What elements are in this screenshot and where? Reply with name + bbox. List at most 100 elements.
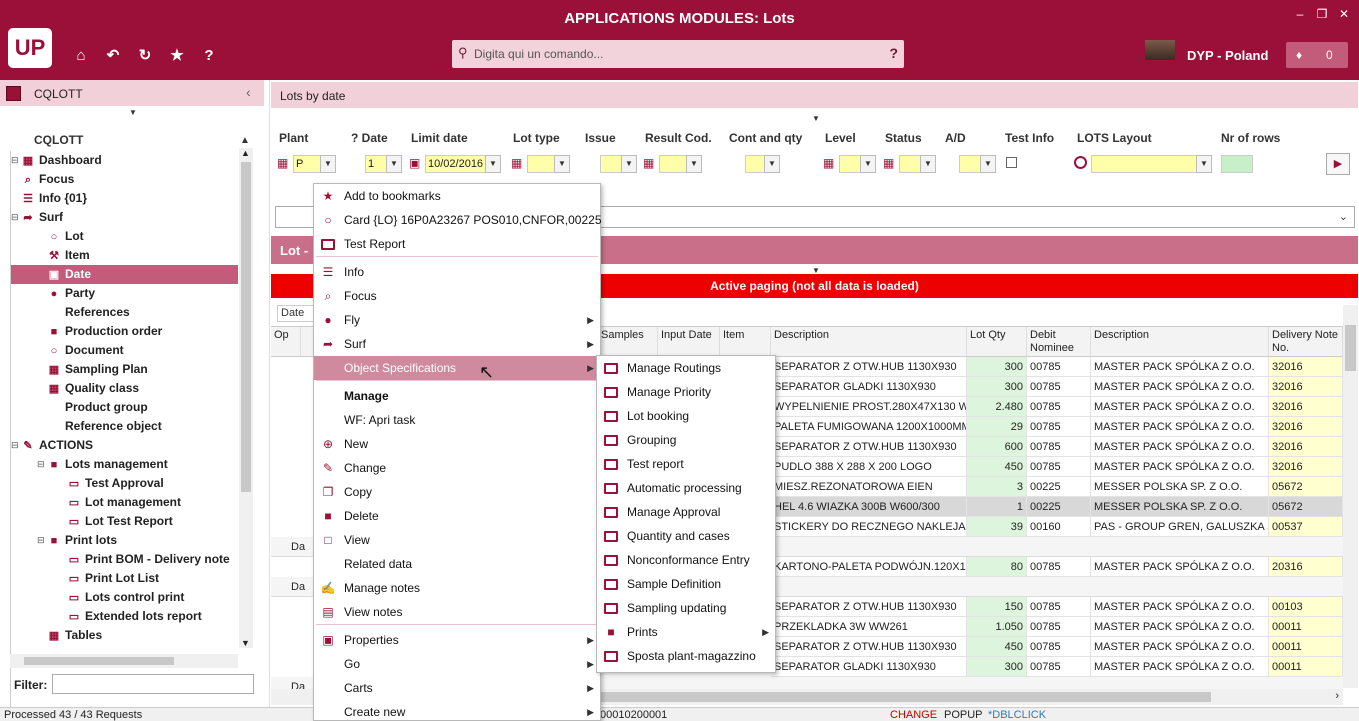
tree-expander-icon[interactable]: ⊟ xyxy=(11,212,19,223)
run-button[interactable]: ▶ xyxy=(1326,153,1350,175)
tree-item-print-lot-list[interactable]: ▭ Print Lot List xyxy=(67,569,159,588)
chevron-down-icon[interactable]: ▼ xyxy=(686,155,702,173)
menu-item-wf-apri-task[interactable]: WF: Apri task xyxy=(314,408,600,432)
table-cell-dn[interactable]: 32016 xyxy=(1269,397,1343,417)
table-cell-desc[interactable]: HEL 4.6 WIAZKA 300B W600/300 xyxy=(771,497,967,517)
tree-item-lot-management[interactable]: ▭ Lot management xyxy=(67,493,181,512)
submenu-item-sampling-updating[interactable]: Sampling updating xyxy=(597,596,775,620)
star-icon[interactable]: ★ xyxy=(167,46,187,66)
expand-arrow-icon[interactable]: ▼ xyxy=(812,114,820,123)
level-input[interactable] xyxy=(839,155,861,173)
avatar[interactable] xyxy=(1145,40,1175,60)
menu-item-copy[interactable]: ❐ Copy xyxy=(314,480,600,504)
table-cell-qty[interactable]: 450 xyxy=(967,637,1027,657)
scroll-up-icon[interactable]: ▲ xyxy=(241,148,250,158)
table-cell-desc[interactable]: MIESZ.REZONATOROWA EIEN xyxy=(771,477,967,497)
command-input[interactable]: ⚲ Digita qui un comando... ? xyxy=(452,40,904,68)
submenu-item-test-report[interactable]: Test report xyxy=(597,452,775,476)
table-cell-debit[interactable]: 00785 xyxy=(1027,357,1091,377)
tree-item-party[interactable]: ● Party xyxy=(47,284,95,303)
grid-icon[interactable]: ▦ xyxy=(277,156,291,170)
table-cell-party[interactable]: MASTER PACK SPÓLKA Z O.O. xyxy=(1091,437,1269,457)
table-cell-party[interactable]: MASTER PACK SPÓLKA Z O.O. xyxy=(1091,617,1269,637)
tree-item-reference-object[interactable]: Reference object xyxy=(47,417,162,436)
table-cell-dn[interactable]: 00011 xyxy=(1269,617,1343,637)
table-cell-dn[interactable]: 05672 xyxy=(1269,477,1343,497)
table-cell-qty[interactable]: 1 xyxy=(967,497,1027,517)
table-cell-qty[interactable]: 3 xyxy=(967,477,1027,497)
grid-icon[interactable]: ▦ xyxy=(823,156,837,170)
table-cell-desc[interactable]: STICKERY DO RECZNEGO NAKLEJAN. xyxy=(771,517,967,537)
menu-item-carts[interactable]: Carts ▶ xyxy=(314,676,600,700)
menu-item-info[interactable]: ☰ Info xyxy=(314,260,600,284)
chevron-down-icon[interactable]: ▼ xyxy=(320,155,336,173)
table-cell-desc[interactable]: SEPARATOR GLADKI 1130X930 xyxy=(771,377,967,397)
menu-item-view[interactable]: □ View xyxy=(314,528,600,552)
tree-horizontal-scrollbar[interactable] xyxy=(10,654,238,668)
submenu-item-nonconformance-entry[interactable]: Nonconformance Entry xyxy=(597,548,775,572)
tree-item-sampling-plan[interactable]: ▦ Sampling Plan xyxy=(47,360,148,379)
menu-item-view-notes[interactable]: ▤ View notes xyxy=(314,600,600,624)
table-cell-qty[interactable]: 39 xyxy=(967,517,1027,537)
help-icon[interactable]: ? xyxy=(199,46,219,66)
table-cell-party[interactable]: MASTER PACK SPÓLKA Z O.O. xyxy=(1091,597,1269,617)
lot-type-input[interactable] xyxy=(527,155,555,173)
minimize-button[interactable]: – xyxy=(1290,6,1310,22)
table-cell-qty[interactable]: 2.480 xyxy=(967,397,1027,417)
table-cell-dn[interactable]: 05672 xyxy=(1269,497,1343,517)
layout-circle-icon[interactable] xyxy=(1074,156,1087,169)
tree-item-tables[interactable]: ▦ Tables xyxy=(47,626,102,645)
menu-item-create-new[interactable]: Create new ▶ xyxy=(314,700,600,721)
col-input-date[interactable]: Input Date xyxy=(658,327,720,357)
result-input[interactable] xyxy=(659,155,687,173)
rows-input[interactable] xyxy=(1221,155,1253,173)
calendar-icon[interactable]: ▣ xyxy=(409,156,423,170)
plant-input[interactable]: P xyxy=(293,155,321,173)
table-cell-desc[interactable]: PRZEKLADKA 3W WW261 xyxy=(771,617,967,637)
table-cell-debit[interactable]: 00785 xyxy=(1027,377,1091,397)
table-cell-qty[interactable]: 1.050 xyxy=(967,617,1027,637)
table-cell-party[interactable]: PAS - GROUP GREN, GALUSZKA S.C xyxy=(1091,517,1269,537)
tree-item-date[interactable]: ▣ Date xyxy=(11,265,238,284)
col-op[interactable]: Op xyxy=(271,327,301,357)
chevron-down-icon[interactable]: ▼ xyxy=(386,155,402,173)
table-cell-party[interactable]: MASTER PACK SPÓLKA Z O.O. xyxy=(1091,457,1269,477)
home-icon[interactable]: ⌂ xyxy=(71,46,91,66)
menu-item-delete[interactable]: ■ Delete xyxy=(314,504,600,528)
restore-button[interactable]: ❐ xyxy=(1312,6,1332,22)
tree-item-print-bom-delivery-note[interactable]: ▭ Print BOM - Delivery note xyxy=(67,550,230,569)
menu-item-focus[interactable]: ⌕ Focus xyxy=(314,284,600,308)
table-cell-party[interactable]: MASTER PACK SPÓLKA Z O.O. xyxy=(1091,357,1269,377)
group-by-date-chip[interactable]: Date xyxy=(277,305,317,322)
table-cell-debit[interactable]: 00785 xyxy=(1027,557,1091,577)
limit-date-input[interactable]: 10/02/2016 xyxy=(425,155,487,173)
expand-arrow-icon[interactable]: ▼ xyxy=(129,108,137,117)
table-cell-party[interactable]: MASTER PACK SPÓLKA Z O.O. xyxy=(1091,417,1269,437)
table-cell-dn[interactable]: 20316 xyxy=(1269,557,1343,577)
table-cell-debit[interactable]: 00225 xyxy=(1027,477,1091,497)
tree-item-lots-control-print[interactable]: ▭ Lots control print xyxy=(67,588,185,607)
tree-item-lot-test-report[interactable]: ▭ Lot Test Report xyxy=(67,512,173,531)
table-cell-qty[interactable]: 300 xyxy=(967,377,1027,397)
table-cell-party[interactable]: MASTER PACK SPÓLKA Z O.O. xyxy=(1091,397,1269,417)
table-cell-desc[interactable]: WYPELNIENIE PROST.280X47X130 W xyxy=(771,397,967,417)
table-cell-qty[interactable]: 450 xyxy=(967,457,1027,477)
table-cell-qty[interactable]: 600 xyxy=(967,437,1027,457)
refresh-icon[interactable]: ↻ xyxy=(135,46,155,66)
chevron-down-icon[interactable]: ▼ xyxy=(554,155,570,173)
app-logo[interactable]: UP xyxy=(8,28,52,68)
table-cell-party[interactable]: MESSER POLSKA SP. Z O.O. xyxy=(1091,497,1269,517)
chevron-down-icon[interactable]: ▼ xyxy=(860,155,876,173)
chevron-down-icon[interactable]: ▼ xyxy=(980,155,996,173)
tree-item-info-01[interactable]: ☰ Info {01} xyxy=(21,189,87,208)
submenu-item-lot-booking[interactable]: Lot booking xyxy=(597,404,775,428)
table-cell-desc[interactable]: SEPARATOR Z OTW.HUB 1130X930 xyxy=(771,437,967,457)
scroll-down-icon[interactable]: ▼ xyxy=(241,638,250,648)
submenu-item-quantity-and-cases[interactable]: Quantity and cases xyxy=(597,524,775,548)
tree-item-references[interactable]: References xyxy=(47,303,130,322)
tree-item-quality-class[interactable]: ▦ Quality class xyxy=(47,379,139,398)
menu-item-change[interactable]: ✎ Change xyxy=(314,456,600,480)
tree-item-extended-lots-report[interactable]: ▭ Extended lots report xyxy=(67,607,202,626)
menu-item-add-to-bookmarks[interactable]: ★ Add to bookmarks xyxy=(314,184,600,208)
tree-item-document[interactable]: ○ Document xyxy=(47,341,124,360)
